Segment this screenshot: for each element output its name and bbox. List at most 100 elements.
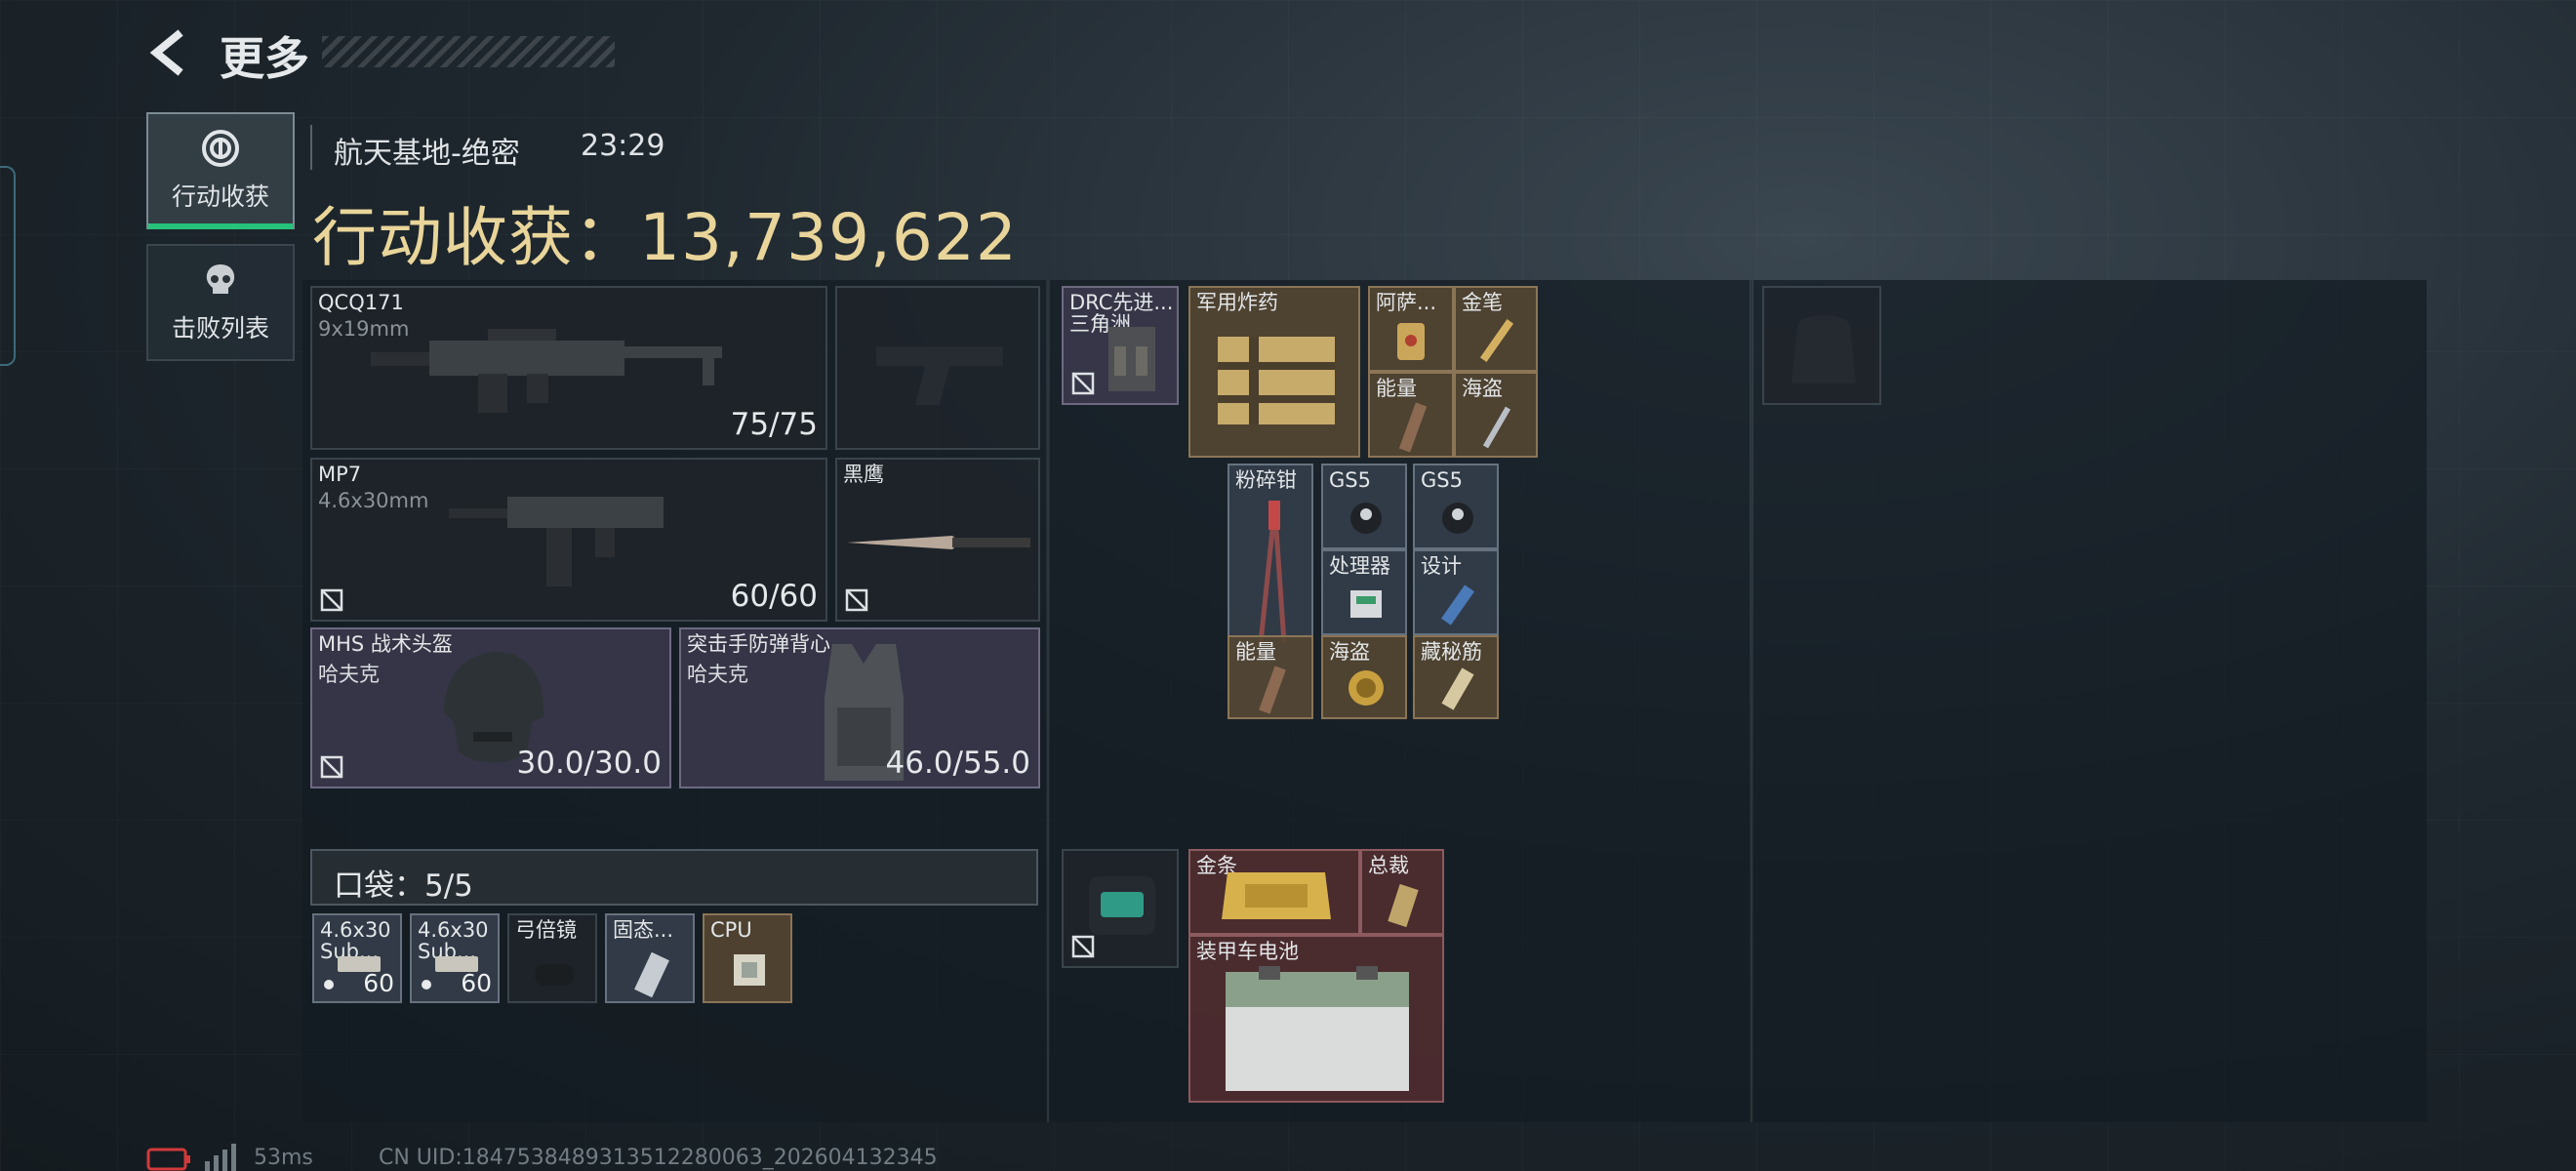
weapon-durability: 60/60: [730, 579, 818, 614]
item-name: 海盗: [1329, 640, 1370, 664]
tube-icon: [1441, 667, 1474, 710]
knife-icon: [847, 536, 1030, 549]
gold-bar-icon: [1222, 872, 1331, 919]
rig-item-hidden[interactable]: 藏秘筋: [1413, 635, 1499, 719]
rig-item-gold-pen[interactable]: 金笔: [1454, 286, 1538, 372]
item-name: 设计: [1421, 554, 1462, 578]
ping-value: 53ms: [254, 1146, 313, 1170]
item-name: 处理器: [1329, 554, 1390, 578]
tab-harvest[interactable]: 行动收获: [146, 112, 295, 229]
tab-label: 击败列表: [171, 314, 269, 343]
helmet-slot[interactable]: MHS 战术头盔 哈夫克 30.0/30.0: [310, 627, 671, 788]
chest-rig-icon: [1108, 327, 1155, 391]
user-uid: CN UID:1847538489313512280063_2026041323…: [379, 1146, 938, 1170]
smg-icon: [371, 329, 722, 413]
panel-separator: [1751, 280, 1752, 1122]
harvest-value: 行动收获：13,739,622: [312, 200, 1018, 275]
rig-item-pirate[interactable]: 海盗: [1454, 372, 1538, 458]
pocket-item-ammo[interactable]: 4.6x30 Sub... 60: [312, 913, 402, 1003]
tab-kill-list[interactable]: 击败列表: [146, 244, 295, 361]
item-name: GS5: [1421, 468, 1463, 492]
item-name: 固态...: [613, 918, 674, 942]
vest-durability: 46.0/55.0: [885, 746, 1031, 781]
backpack-item-battery[interactable]: 装甲车电池: [1188, 935, 1444, 1103]
item-name: 金笔: [1462, 291, 1503, 314]
bolt-cutter-icon: [1258, 501, 1287, 644]
map-name: 航天基地-绝密: [334, 137, 520, 171]
backpack-slot[interactable]: [1062, 849, 1179, 968]
pistol-slot[interactable]: [835, 286, 1040, 450]
lighter-icon: [1388, 883, 1419, 928]
mp7-icon: [449, 497, 664, 586]
rig-item-mug[interactable]: 阿萨...: [1368, 286, 1454, 372]
info-divider: [310, 125, 312, 170]
safebox-panel: [1753, 280, 2427, 1122]
item-name: 装甲车电池: [1196, 940, 1299, 963]
energy-bar-icon: [1398, 402, 1428, 453]
weapon-caliber: 4.6x30mm: [318, 489, 429, 512]
ammo-count: 60: [363, 969, 394, 997]
mug-icon: [1397, 323, 1425, 360]
vest-name: 突击手防弹背心: [687, 632, 830, 656]
helmet-durability: 30.0/30.0: [516, 746, 663, 781]
tab-label: 行动收获: [171, 182, 269, 211]
item-name: GS5: [1329, 468, 1371, 492]
melee-slot[interactable]: 黑鹰: [835, 458, 1040, 622]
secondary-weapon-slot[interactable]: MP7 4.6x30mm 60/60: [310, 458, 827, 622]
scope-icon: [535, 964, 574, 986]
locked-icon: [320, 755, 343, 779]
target-icon: [202, 130, 239, 167]
backpack-silhouette-icon: [1791, 315, 1856, 384]
dagger-icon: [1482, 406, 1511, 449]
battery-low-icon: [146, 1148, 190, 1171]
item-name: 军用炸药: [1196, 291, 1278, 314]
locked-icon: [845, 588, 868, 612]
gamepad-icon: [1350, 503, 1382, 534]
processor-icon: [1350, 590, 1382, 618]
battery-icon: [1226, 966, 1409, 1091]
ammo-indicator: [324, 980, 334, 989]
helmet-name: MHS 战术头盔: [318, 632, 453, 656]
pen-icon: [1479, 319, 1514, 362]
edge-bracket: [0, 166, 16, 366]
pocket-item-scope[interactable]: 弓倍镜: [507, 913, 597, 1003]
pocket-item-cpu[interactable]: CPU: [703, 913, 792, 1003]
chest-rig-slot[interactable]: DRC先进... 三角洲: [1062, 286, 1179, 405]
primary-weapon-slot[interactable]: QCQ171 9x19mm 75/75: [310, 286, 827, 450]
rig-item-energy[interactable]: 能量: [1368, 372, 1454, 458]
panel-separator: [1047, 280, 1049, 1122]
melee-name: 黑鹰: [843, 463, 884, 486]
ssd-icon: [634, 952, 669, 997]
weapon-name: MP7: [318, 463, 362, 486]
weapon-durability: 75/75: [730, 407, 818, 442]
pistol-silhouette-icon: [876, 346, 1003, 405]
rig-item-design[interactable]: 设计: [1413, 549, 1499, 635]
rig-item-energy[interactable]: 能量: [1228, 635, 1313, 719]
item-name: CPU: [710, 918, 752, 942]
locked-icon: [320, 588, 343, 612]
vest-brand: 哈夫克: [687, 663, 748, 686]
ammo-count: 60: [461, 969, 492, 997]
item-name: 阿萨...: [1376, 291, 1437, 314]
locked-icon: [1071, 372, 1095, 395]
rig-item-processor[interactable]: 处理器: [1321, 549, 1407, 635]
item-name: 总裁: [1368, 854, 1409, 877]
rig-item-gs5[interactable]: GS5: [1413, 464, 1499, 549]
backpack-item-gold-bar[interactable]: 金条: [1188, 849, 1360, 935]
pocket-item-ssd[interactable]: 固态...: [605, 913, 695, 1003]
rig-item-pirate-coin[interactable]: 海盗: [1321, 635, 1407, 719]
backpack-item-president[interactable]: 总裁: [1360, 849, 1444, 935]
helmet-brand: 哈夫克: [318, 663, 380, 686]
title-stripe: [322, 36, 615, 67]
back-arrow-icon[interactable]: [146, 29, 193, 76]
rig-item-explosive[interactable]: 军用炸药: [1188, 286, 1360, 458]
item-name: 弓倍镜: [515, 918, 577, 942]
gamepad-icon: [1442, 503, 1473, 534]
pocket-item-ammo[interactable]: 4.6x30 Sub... 60: [410, 913, 500, 1003]
safebox-slot[interactable]: [1762, 286, 1881, 405]
energy-bar-icon: [1259, 666, 1286, 714]
pocket-header: 口袋：5/5: [310, 849, 1038, 906]
item-name: 能量: [1376, 377, 1417, 400]
armor-vest-slot[interactable]: 突击手防弹背心 哈夫克 46.0/55.0: [679, 627, 1040, 788]
rig-item-gs5[interactable]: GS5: [1321, 464, 1407, 549]
